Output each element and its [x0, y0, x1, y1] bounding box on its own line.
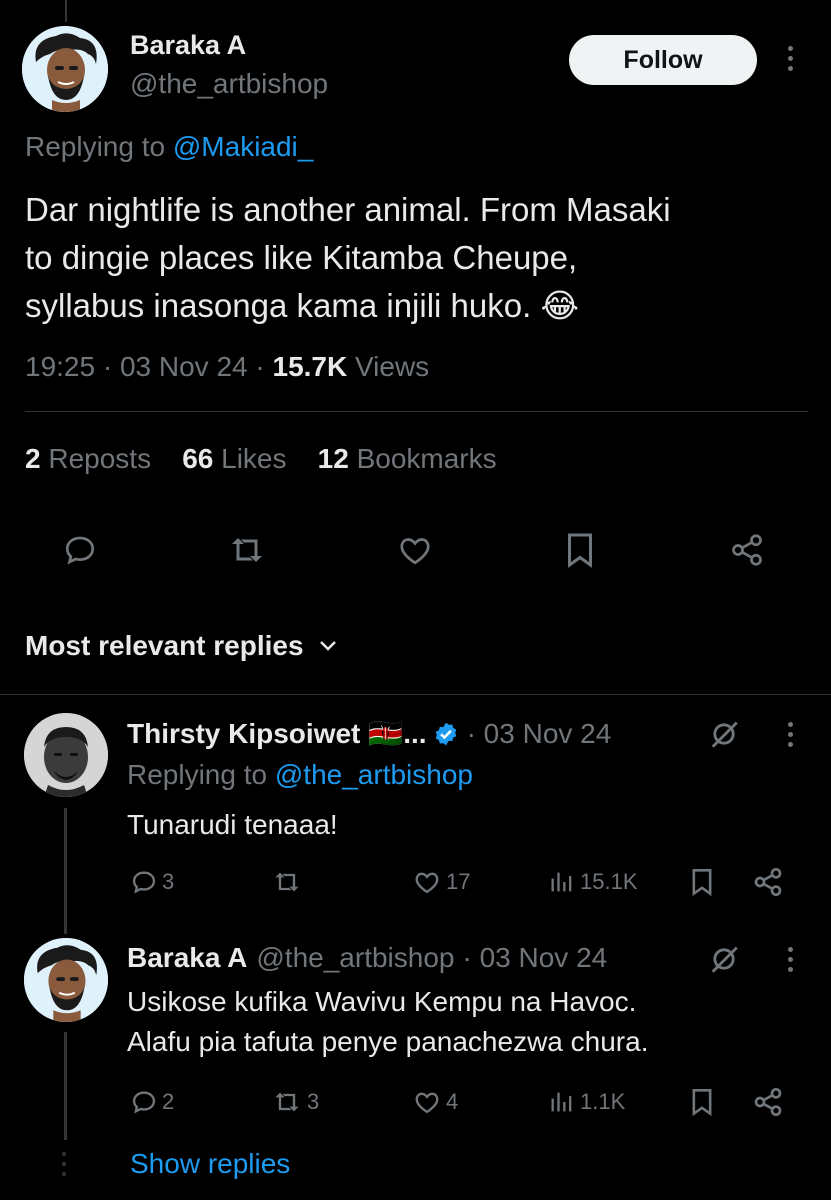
like-button[interactable]: 4	[412, 1088, 458, 1116]
avatar[interactable]	[24, 938, 108, 1022]
divider	[25, 411, 808, 412]
views-label: Views	[355, 351, 430, 382]
reply-author-name[interactable]: Thirsty Kipsoiwet	[127, 718, 360, 750]
divider	[0, 694, 831, 695]
more-options-icon[interactable]	[785, 46, 795, 71]
views-count: 15.7K	[272, 351, 348, 382]
like-icon	[415, 872, 439, 894]
reply-count-button[interactable]: 2	[130, 1088, 174, 1116]
bookmark-icon[interactable]	[688, 1086, 716, 1118]
repost-icon[interactable]	[227, 532, 267, 568]
reply-icon[interactable]	[62, 532, 98, 568]
views-button[interactable]: 15.1K	[548, 868, 638, 896]
more-options-icon[interactable]	[785, 722, 795, 747]
replying-to: Replying to @the_artbishop	[127, 759, 473, 790]
share-icon[interactable]	[728, 532, 766, 568]
chevron-down-icon	[319, 641, 336, 651]
thread-connector	[64, 808, 67, 934]
tweet-body-line: syllabus inasonga kama injili huko. 😂	[25, 287, 580, 324]
tweet-time[interactable]: 19:25	[25, 351, 95, 382]
reply-date[interactable]: · 03 Nov 24	[467, 718, 612, 750]
replying-handle-link[interactable]: @Makiadi_	[173, 131, 313, 162]
grok-icon[interactable]	[707, 942, 741, 976]
share-icon[interactable]	[752, 866, 784, 898]
verified-badge-icon	[435, 722, 456, 745]
bookmark-icon[interactable]	[688, 866, 716, 898]
avatar[interactable]	[22, 26, 108, 112]
repost-button[interactable]: 3	[271, 1088, 319, 1116]
action-bar	[0, 528, 831, 578]
replies-sort-dropdown[interactable]: Most relevant replies	[25, 630, 338, 662]
repost-icon	[275, 872, 299, 892]
tweet-body-line: Dar nightlife is another animal. From Ma…	[25, 191, 671, 228]
reply-author-handle[interactable]: @the_artbishop	[256, 942, 454, 974]
reply-header: Baraka A @the_artbishop · 03 Nov 24	[127, 942, 607, 974]
reply-header: Thirsty Kipsoiwet 🇰🇪... · 03 Nov 24	[127, 717, 611, 750]
replies-sort-label: Most relevant replies	[25, 630, 304, 661]
more-replies-dots	[62, 1152, 68, 1176]
bookmarks-stat[interactable]: 12 Bookmarks	[318, 443, 497, 474]
views-icon	[551, 872, 572, 892]
like-icon[interactable]	[396, 532, 434, 568]
thread-connector	[64, 1032, 67, 1140]
flag-and-ellipsis: 🇰🇪...	[368, 718, 427, 749]
replying-prefix: Replying to	[25, 131, 173, 162]
reply-icon	[132, 871, 156, 894]
repost-icon	[275, 1092, 299, 1112]
repost-button[interactable]	[271, 868, 307, 896]
views-icon	[551, 1092, 572, 1112]
reply-author-name[interactable]: Baraka A	[127, 942, 247, 974]
author-handle[interactable]: @the_artbishop	[130, 68, 328, 100]
reply-text: Tunarudi tenaaa!	[127, 809, 338, 840]
share-icon[interactable]	[752, 1086, 784, 1118]
grok-icon[interactable]	[707, 717, 741, 751]
replying-handle-link[interactable]: @the_artbishop	[275, 759, 473, 790]
tweet-meta: 19:25 · 03 Nov 24 · 15.7K Views	[25, 351, 430, 382]
views-button[interactable]: 1.1K	[548, 1088, 625, 1116]
tweet-body-line: to dingie places like Kitamba Cheupe,	[25, 239, 578, 276]
laughing-emoji: 😂	[540, 287, 580, 324]
more-options-icon[interactable]	[785, 947, 795, 972]
tweet-date[interactable]: 03 Nov 24	[120, 351, 248, 382]
reply-count-button[interactable]: 3	[130, 868, 174, 896]
author-name[interactable]: Baraka A	[130, 30, 246, 61]
like-button[interactable]: 17	[412, 868, 470, 896]
likes-stat[interactable]: 66 Likes	[182, 443, 286, 474]
thread-connector-top	[65, 0, 67, 22]
reposts-stat[interactable]: 2 Reposts	[25, 443, 151, 474]
show-replies-link[interactable]: Show replies	[130, 1148, 290, 1180]
avatar[interactable]	[24, 713, 108, 797]
replying-to: Replying to @Makiadi_	[25, 131, 313, 163]
bookmark-icon[interactable]	[562, 530, 598, 570]
engagement-stats: 2 Reposts 66 Likes 12 Bookmarks	[25, 443, 497, 475]
reply-icon	[132, 1091, 156, 1114]
like-icon	[415, 1092, 439, 1114]
tweet-body: Dar nightlife is another animal. From Ma…	[25, 186, 815, 330]
reply-date[interactable]: · 03 Nov 24	[462, 942, 607, 974]
reply-text: Usikose kufika Wavivu Kempu na Havoc. Al…	[127, 986, 649, 1057]
follow-button[interactable]: Follow	[569, 35, 757, 85]
